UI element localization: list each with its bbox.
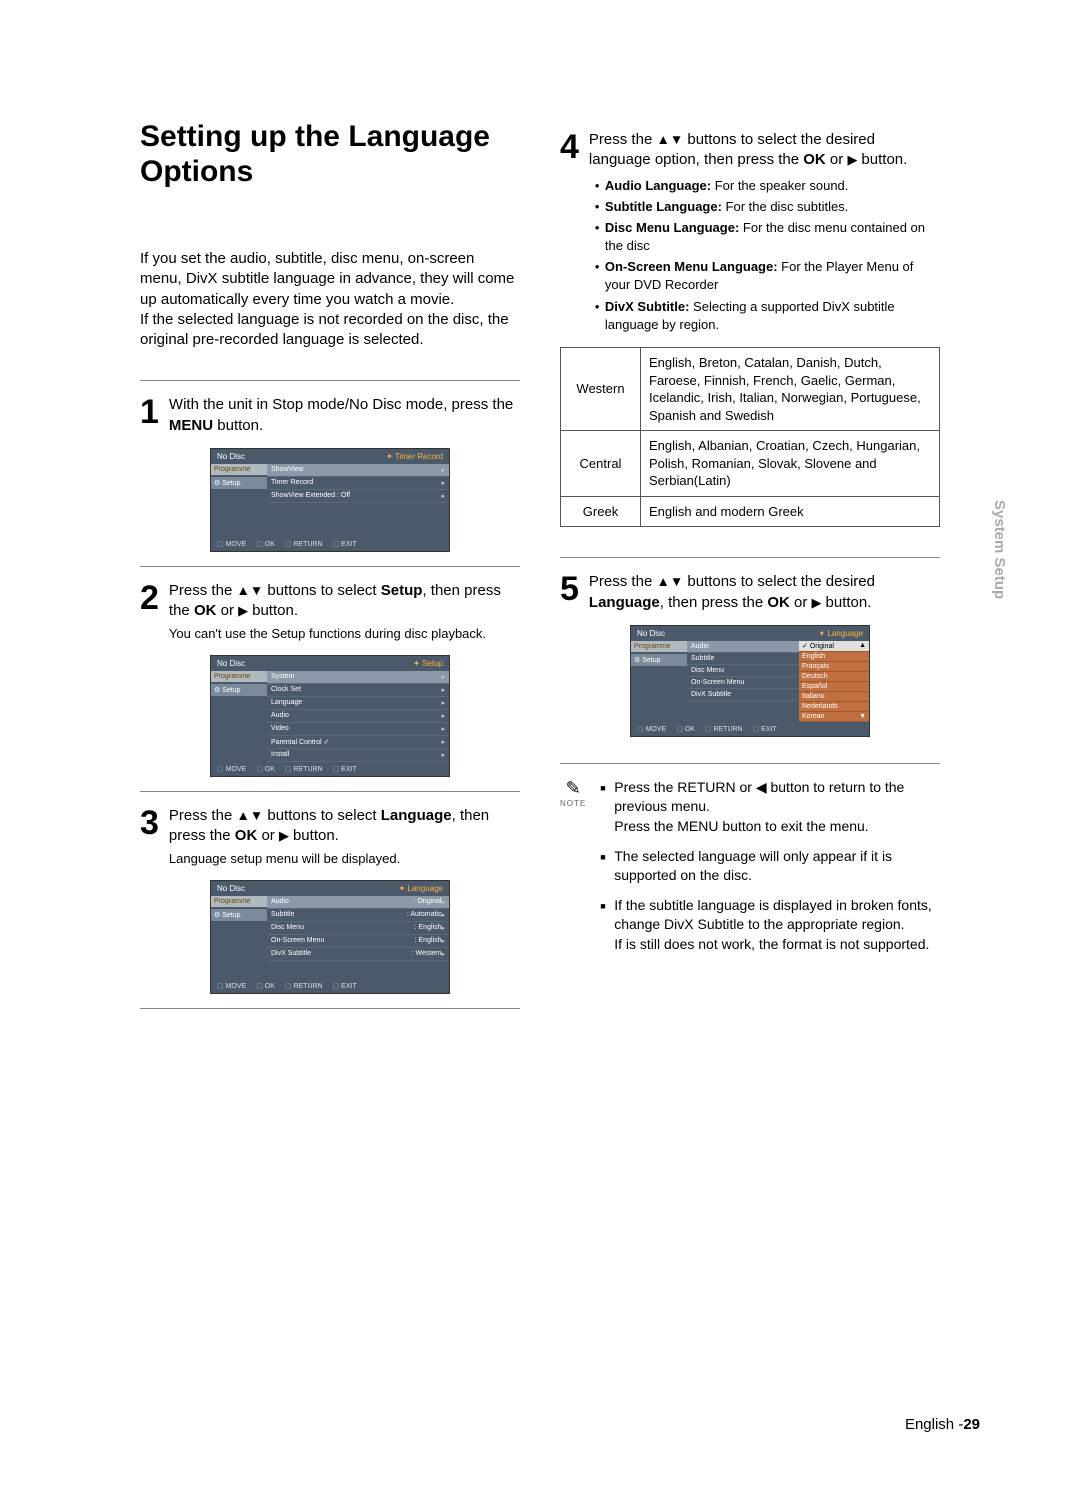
step-2: 2 Press the buttons to select Setup, the… [140,581,520,643]
step-4: 4 Press the buttons to select the desire… [560,130,940,337]
note-icon: ✎ NOTE [560,778,586,965]
divider [140,380,520,381]
step-subtext: You can't use the Setup functions during… [169,625,520,643]
step-number: 1 [140,395,159,436]
right-icon [812,594,822,611]
right-icon [279,827,289,844]
table-row: GreekEnglish and modern Greek [561,496,940,527]
step-1: 1 With the unit in Stop mode/No Disc mod… [140,395,520,436]
step-subtext: Language setup menu will be displayed. [169,850,520,868]
option-list: Audio Language: For the speaker sound. S… [595,177,940,335]
divider [560,763,940,764]
up-down-icon [656,131,683,148]
page-footer: English -29 [905,1416,980,1433]
step-3: 3 Press the buttons to select Language, … [140,806,520,868]
step-number: 4 [560,130,579,337]
step-text: Press the buttons to select the desired … [589,572,940,613]
step-text: With the unit in Stop mode/No Disc mode,… [169,395,520,436]
step-number: 3 [140,806,159,868]
up-down-icon [236,582,263,599]
note-item: If the subtitle language is displayed in… [600,896,940,955]
step-text: Press the buttons to select Setup, then … [169,581,520,643]
osd-screenshot-5: No Disc✦ Language Programme ⚙ Setup Audi… [630,625,870,737]
note-item: The selected language will only appear i… [600,847,940,886]
osd-screenshot-2: No Disc✦ Setup Programme ⚙ Setup System▸… [210,655,450,777]
table-row: CentralEnglish, Albanian, Croatian, Czec… [561,431,940,497]
right-icon [847,151,857,168]
page-title: Setting up the Language Options [140,120,520,189]
intro-paragraph: If you set the audio, subtitle, disc men… [140,249,520,350]
divider [140,791,520,792]
step-5: 5 Press the buttons to select the desire… [560,572,940,613]
section-tab: System Setup [991,500,1008,599]
note-block: ✎ NOTE Press the RETURN or ◀ button to r… [560,778,940,965]
up-down-icon [236,807,263,824]
intro-text-2: If the selected language is not recorded… [140,311,509,348]
step-text: Press the buttons to select the desired … [589,130,940,337]
up-down-icon [656,573,683,590]
step-number: 2 [140,581,159,643]
table-row: WesternEnglish, Breton, Catalan, Danish,… [561,348,940,431]
osd-screenshot-3: No Disc✦ Language Programme ⚙ Setup Audi… [210,880,450,994]
right-icon [238,602,248,619]
step-text: Press the buttons to select Language, th… [169,806,520,868]
divider [140,566,520,567]
region-table: WesternEnglish, Breton, Catalan, Danish,… [560,347,940,527]
intro-text-1: If you set the audio, subtitle, disc men… [140,250,514,308]
divider [140,1008,520,1009]
note-item: Press the RETURN or ◀ button to return t… [600,778,940,837]
divider [560,557,940,558]
step-number: 5 [560,572,579,613]
osd-screenshot-1: No Disc✦ Timer Record Programme ⚙ Setup … [210,448,450,552]
